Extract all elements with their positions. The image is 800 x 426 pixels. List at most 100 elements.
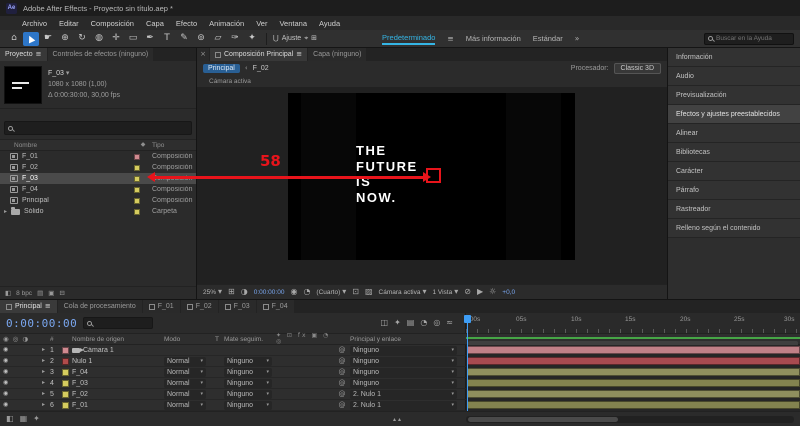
pen-tool-button[interactable]: ✒	[142, 32, 158, 46]
timeline-tab-f03[interactable]: F_03	[218, 300, 256, 313]
view-layout-dropdown[interactable]: 1 Vista ▾	[432, 288, 458, 296]
track-matte-dropdown[interactable]: Ninguno ▾	[224, 367, 272, 377]
layer-duration-bar[interactable]	[467, 357, 800, 365]
expander-icon[interactable]: ▸	[42, 369, 50, 375]
menu-ayuda[interactable]: Ayuda	[313, 19, 346, 28]
orbit-camera-tool-button[interactable]: ↻	[74, 32, 90, 46]
layer-row-f02[interactable]: ◉ ▸ 5 F_02 Normal ▾ Ninguno ▾ @ 2. Nulo 1 ▾	[0, 389, 800, 400]
blend-mode-dropdown[interactable]: Normal ▾	[164, 367, 206, 377]
pick-whip-icon[interactable]: @	[334, 357, 350, 365]
layer-row-f01[interactable]: ◉ ▸ 6 F_01 Normal ▾ Ninguno ▾ @ 2. Nulo 1 ▾	[0, 400, 800, 411]
hide-shy-layers-icon[interactable]: ▤	[407, 319, 415, 327]
shape-tool-button[interactable]: ▭	[125, 32, 141, 46]
exposure-icon[interactable]: ☼	[489, 288, 496, 296]
sidebar-item-bibliotecas[interactable]: Bibliotecas	[668, 143, 800, 162]
panel-menu-icon[interactable]: ≡	[36, 51, 42, 58]
column-t[interactable]: T	[210, 336, 224, 343]
puppet-pin-tool-button[interactable]: ✦	[244, 32, 260, 46]
help-search-input[interactable]	[716, 35, 790, 42]
menu-archivo[interactable]: Archivo	[16, 19, 53, 28]
panel-menu-icon[interactable]: ≡	[296, 51, 302, 58]
composition-viewport[interactable]: THE FUTURE IS NOW.	[197, 87, 667, 284]
layer-name[interactable]: F_01	[72, 402, 88, 409]
layer-name[interactable]: F_04	[72, 369, 88, 376]
label-swatch[interactable]	[134, 164, 140, 171]
track-matte-dropdown[interactable]: Ninguno ▾	[224, 378, 272, 388]
color-depth-label[interactable]: 8 bpc	[16, 290, 32, 297]
sidebar-item-informacion[interactable]: Información	[668, 48, 800, 67]
timeline-tab-f01[interactable]: F_01	[142, 300, 180, 313]
label-swatch[interactable]	[134, 153, 140, 160]
timeline-tab-cola[interactable]: Cola de procesamiento	[57, 300, 142, 313]
column-source-name[interactable]: Nombre de origen	[72, 336, 164, 343]
expander-icon[interactable]: ▸	[42, 380, 50, 386]
column-tipo[interactable]: Tipo	[152, 142, 196, 149]
label-column-icon[interactable]: ◆	[134, 142, 152, 148]
new-composition-icon[interactable]: ▣	[48, 290, 54, 297]
expander-icon[interactable]: ▸	[42, 391, 50, 397]
layer-track[interactable]	[465, 389, 800, 399]
workspace-overflow-icon[interactable]: »	[575, 35, 580, 43]
interpret-footage-icon[interactable]: ◧	[5, 290, 11, 297]
menu-animacion[interactable]: Animación	[203, 19, 250, 28]
navigator-f02[interactable]: F_02	[253, 65, 269, 72]
sidebar-item-alinear[interactable]: Alinear	[668, 124, 800, 143]
layer-color-swatch[interactable]	[62, 357, 69, 365]
zoom-tool-button[interactable]: ⊕	[57, 32, 73, 46]
project-search-input[interactable]	[16, 124, 188, 132]
layer-color-swatch[interactable]	[62, 390, 69, 398]
pick-whip-icon[interactable]: @	[334, 368, 350, 376]
layer-row-nulo1[interactable]: ◉ ▸ 2 Nulo 1 Normal ▾ Ninguno ▾ @ Ninguno ▾	[0, 356, 800, 367]
layer-duration-bar[interactable]	[467, 346, 800, 354]
layer-name[interactable]: Cámara 1	[83, 347, 114, 354]
pick-whip-icon[interactable]: @	[334, 390, 350, 398]
eye-icon[interactable]: ◉	[3, 402, 8, 408]
channels-icon[interactable]: ◔	[303, 288, 310, 296]
eye-icon[interactable]: ◉	[3, 347, 8, 353]
project-item-principal[interactable]: Principal Composición	[0, 195, 196, 206]
current-time-display[interactable]: 0:00:00:00	[6, 317, 77, 330]
sidebar-item-relleno[interactable]: Relleno según el contenido	[668, 219, 800, 238]
parent-dropdown[interactable]: 2. Nulo 1 ▾	[350, 389, 457, 399]
column-nombre[interactable]: Nombre	[0, 142, 134, 149]
hand-tool-button[interactable]: ☛	[40, 32, 56, 46]
type-tool-button[interactable]: T	[159, 32, 175, 46]
pick-whip-icon[interactable]: @	[334, 346, 350, 354]
pick-whip-icon[interactable]: @	[334, 379, 350, 387]
column-track-matte[interactable]: Mate seguim.	[224, 336, 276, 343]
toggle-transfer-icon[interactable]: ✦	[33, 415, 40, 423]
layer-row-camara1[interactable]: ◉ ▸ 1 Cámara 1 @ Ninguno ▾	[0, 345, 800, 356]
workspace-menu-icon[interactable]: ≡	[447, 35, 453, 43]
renderer-button[interactable]: Classic 3D	[613, 62, 661, 74]
parent-dropdown[interactable]: Ninguno ▾	[350, 367, 457, 377]
layer-track[interactable]	[465, 367, 800, 377]
timeline-tab-f04[interactable]: F_04	[256, 300, 294, 313]
grid-guides-icon[interactable]: ⊞	[228, 288, 235, 296]
timeline-zoom-markers[interactable]: ▴▴	[393, 417, 403, 423]
parent-dropdown[interactable]: Ninguno ▾	[350, 356, 457, 366]
layer-row-f04[interactable]: ◉ ▸ 3 F_04 Normal ▾ Ninguno ▾ @ Ninguno ▾	[0, 367, 800, 378]
magnification-dropdown[interactable]: 25% ▾	[203, 288, 222, 296]
eye-icon[interactable]: ◉	[3, 369, 8, 375]
panel-menu-icon[interactable]: ≡	[45, 303, 51, 310]
project-item-solido-folder[interactable]: ▸ Sólido Carpeta	[0, 206, 196, 217]
layer-track[interactable]	[465, 345, 800, 355]
close-icon[interactable]: ×	[197, 48, 209, 61]
parent-dropdown[interactable]: Ninguno ▾	[350, 378, 457, 388]
eye-icon[interactable]: ◉	[3, 358, 8, 364]
timeline-horizontal-scrollbar[interactable]	[466, 416, 794, 423]
menu-editar[interactable]: Editar	[53, 19, 85, 28]
layer-name[interactable]: F_02	[72, 391, 88, 398]
track-matte-dropdown[interactable]: Ninguno ▾	[224, 356, 272, 366]
pan-behind-tool-button[interactable]: ✛	[108, 32, 124, 46]
navigator-principal[interactable]: Principal	[203, 63, 240, 73]
current-time-indicator-line[interactable]	[467, 316, 468, 411]
scrollbar-thumb[interactable]	[468, 417, 618, 422]
sidebar-item-parrafo[interactable]: Párrafo	[668, 181, 800, 200]
label-swatch[interactable]	[134, 208, 140, 215]
timeline-search-input[interactable]	[95, 319, 150, 327]
layer-row-f03[interactable]: ◉ ▸ 4 F_03 Normal ▾ Ninguno ▾ @ Ninguno ▾	[0, 378, 800, 389]
new-folder-icon[interactable]: ▤	[37, 290, 43, 297]
fast-previews-icon[interactable]: ▶	[477, 288, 483, 296]
motion-blur-icon[interactable]: ◎	[433, 319, 440, 327]
